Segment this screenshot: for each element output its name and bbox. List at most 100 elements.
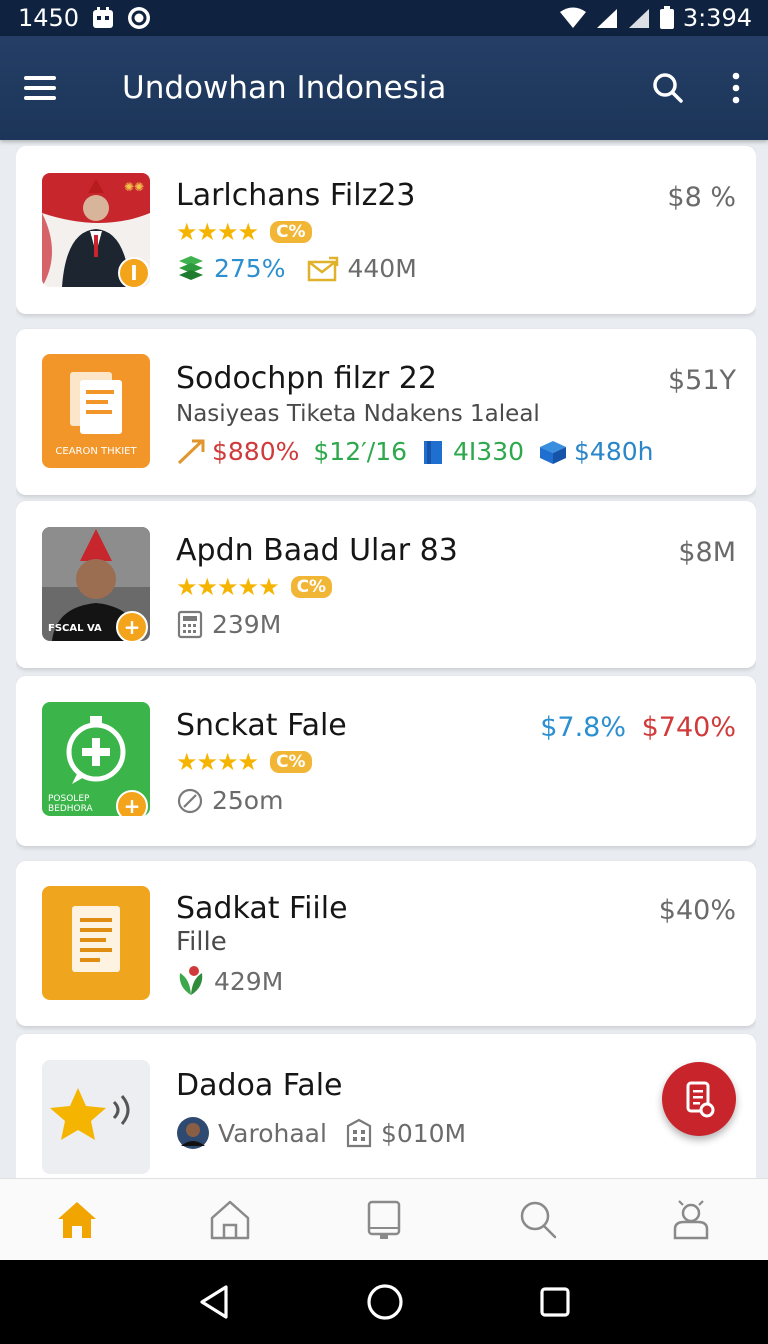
stats-row: 275% 440M [176, 254, 417, 283]
thumb-caption: POSOLEP BEDHORA [48, 794, 93, 814]
stats-row: 239M [176, 609, 281, 639]
link-icon [177, 788, 203, 813]
item-thumbnail [42, 886, 150, 1000]
item-price: $7.8% [540, 712, 626, 743]
item-title: Larlchans Filz23 [176, 178, 416, 213]
stat-value-4: $480h [574, 437, 654, 466]
list-item[interactable]: ✺✺ I Larlchans Filz23 $8 % ★★★★ C% 275% … [16, 146, 756, 314]
tablet-icon [367, 1200, 401, 1239]
list-item[interactable]: Sadkat Fiile $40% Fille 429M [16, 861, 756, 1026]
hamburger-icon [24, 76, 56, 100]
book-icon [424, 440, 443, 464]
home-outline-icon [211, 1200, 250, 1239]
recents-icon[interactable] [539, 1286, 571, 1318]
item-title: Sadkat Fiile [176, 891, 348, 926]
thumb-badge: I [118, 257, 150, 287]
signal-icon [596, 9, 617, 28]
stat-size: 25om [212, 786, 284, 815]
notification-icon [128, 7, 151, 29]
item-thumbnail: POSOLEP BEDHORA + [42, 702, 150, 816]
item-title: Snckat Fale [176, 708, 347, 743]
stat-value-2: $12′/16 [313, 437, 408, 466]
item-title: Apdn Baad Ular 83 [176, 533, 458, 568]
building-icon [346, 1118, 372, 1148]
document-icon [686, 1081, 715, 1118]
stats-row: 25om [176, 786, 283, 815]
menu-button[interactable] [0, 36, 80, 140]
nav-home-active[interactable] [0, 1179, 154, 1260]
document-thumb-image [42, 886, 150, 1000]
item-subtitle: Fille [176, 927, 227, 957]
thumb-badge: + [116, 790, 148, 816]
stats-row: Varohaal $010M [176, 1116, 466, 1150]
item-author: Varohaal [218, 1118, 327, 1148]
box-icon [540, 440, 567, 464]
list-item[interactable]: POSOLEP BEDHORA + Snckat Fale $7.8% $740… [16, 676, 756, 846]
home-circle-icon[interactable] [366, 1283, 404, 1321]
star-rating-icon: ★★★★ [176, 218, 259, 246]
envelope-icon [308, 256, 339, 281]
status-bar: 1450 3:394 [0, 0, 768, 36]
fab-new-document-button[interactable] [662, 1062, 736, 1136]
nav-search[interactable] [461, 1179, 615, 1260]
rating-badge: C% [290, 576, 333, 598]
item-title: Sodochpn filzr 22 [176, 361, 437, 396]
item-title: Dadoa Fale [176, 1068, 343, 1103]
thumb-badge: + [116, 611, 148, 641]
stats-row: $880% $12′/16 4I330 $480h [176, 437, 654, 466]
svg-text:✺✺: ✺✺ [124, 180, 144, 194]
item-price: $8 % [667, 182, 736, 213]
thumb-caption: CEARON THKIET [55, 446, 137, 457]
trend-arrow-icon [177, 439, 205, 464]
list-item[interactable]: CEARON THKIET Sodochpn filzr 22 $51Y Nas… [16, 329, 756, 495]
list-item[interactable]: Dadoa Fale Varohaal $010M [16, 1034, 756, 1178]
item-thumbnail [42, 1060, 150, 1174]
app-title: Undowhan Indonesia [122, 70, 447, 106]
search-icon [520, 1201, 556, 1238]
stack-icon [179, 255, 203, 280]
item-price: $8M [678, 537, 736, 568]
nav-device[interactable] [307, 1179, 461, 1260]
rating-row: ★★★★ C% [176, 218, 312, 246]
item-price: $40% [658, 895, 736, 926]
home-filled-icon [57, 1201, 96, 1238]
nav-home[interactable] [154, 1179, 308, 1260]
stat-size: 429M [214, 966, 284, 996]
list-item[interactable]: FSCAL VA + Apdn Baad Ular 83 $8M ★★★★★ C… [16, 501, 756, 668]
search-button[interactable] [632, 36, 704, 140]
calculator-icon [177, 610, 203, 639]
stat-percent: 275% [214, 254, 286, 283]
system-navigation-bar [0, 1260, 768, 1344]
stat-value-1: $880% [212, 437, 300, 466]
star-rating-icon: ★★★★ [176, 748, 259, 776]
item-price: $51Y [667, 365, 736, 396]
stats-row: 429M [176, 965, 283, 997]
nav-profile[interactable] [614, 1179, 768, 1260]
signal-icon [628, 9, 649, 28]
status-time: 3:394 [682, 4, 752, 32]
app-bar: Undowhan Indonesia [0, 36, 768, 140]
back-icon[interactable] [197, 1284, 231, 1320]
item-thumbnail: CEARON THKIET [42, 354, 150, 468]
bottom-navigation [0, 1178, 768, 1260]
stat-size: 239M [212, 609, 282, 639]
thumb-caption: FSCAL VA [48, 623, 102, 634]
leaf-icon [179, 966, 203, 995]
star-rating-icon: ★★★★★ [176, 573, 280, 601]
stat-size: 440M [347, 254, 417, 283]
stat-value: $010M [380, 1118, 467, 1148]
item-thumbnail: FSCAL VA + [42, 527, 150, 641]
rating-row: ★★★★ C% [176, 748, 312, 776]
item-thumbnail: ✺✺ I [42, 173, 150, 287]
rating-row: ★★★★★ C% [176, 573, 333, 601]
more-vert-icon [732, 72, 740, 104]
stat-value-3: 4I330 [453, 437, 525, 466]
item-subtitle: Nasiyeas Tiketa Ndakens 1aleal [176, 401, 540, 427]
star-thumb-image [50, 1088, 130, 1140]
item-price-secondary: $740% [641, 712, 736, 743]
more-options-button[interactable] [704, 36, 768, 140]
battery-icon [659, 6, 674, 29]
status-time-left: 1450 [18, 4, 80, 32]
rating-badge: C% [270, 221, 312, 243]
avatar [177, 1117, 209, 1149]
